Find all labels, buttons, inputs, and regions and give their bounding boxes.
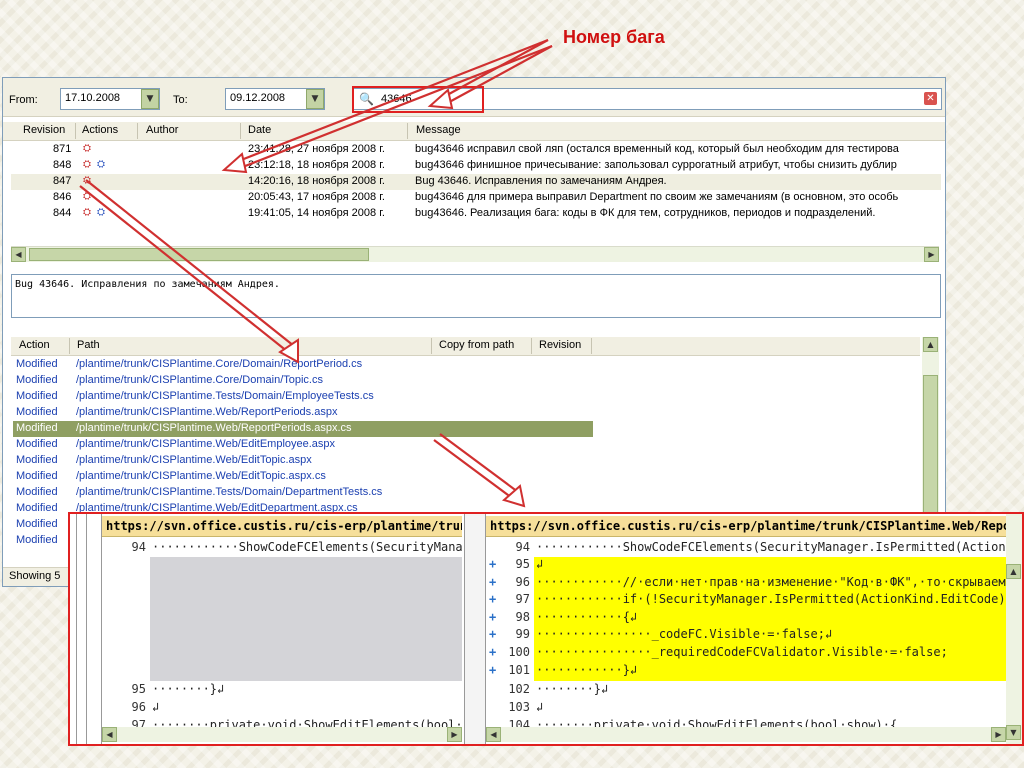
arrow-to-path (79, 179, 299, 364)
arrow-to-search (427, 39, 553, 110)
annotation-arrows (79, 38, 553, 508)
arrow-to-log-message (221, 38, 553, 174)
arrow-to-diff (433, 433, 526, 508)
